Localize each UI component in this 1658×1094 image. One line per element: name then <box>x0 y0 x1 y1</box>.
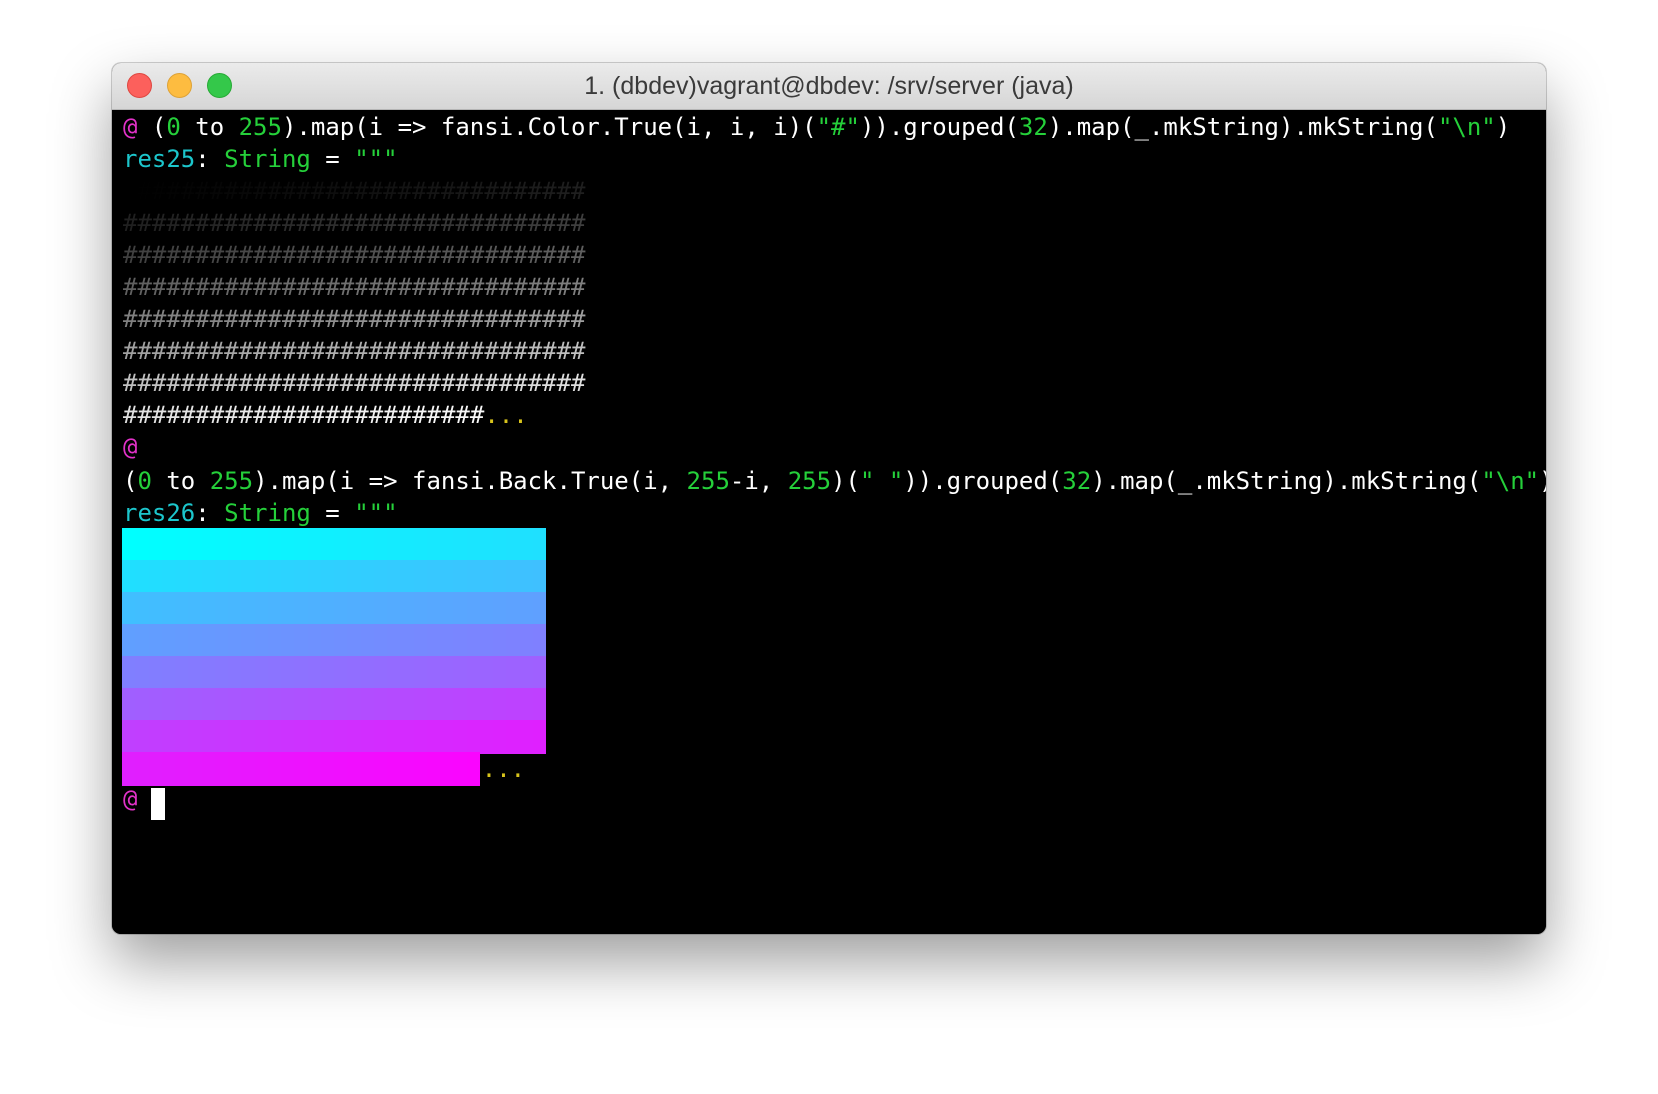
hash-row: ################################ <box>123 241 586 269</box>
color-row <box>122 592 546 626</box>
color-row <box>122 752 480 786</box>
text-cursor <box>151 788 165 820</box>
color-row <box>122 656 546 690</box>
title-bar[interactable]: 1. (dbdev)vagrant@dbdev: /srv/server (ja… <box>112 63 1546 110</box>
command-line-2: (0 to 255).map(i => fansi.Back.True(i, 2… <box>123 467 1546 495</box>
command-line-1: @ (0 to 255).map(i => fansi.Color.True(i… <box>123 113 1511 141</box>
truncation-ellipsis: ... <box>484 401 528 429</box>
color-row <box>122 560 546 594</box>
color-row <box>122 528 546 562</box>
hash-row: ################################ <box>123 177 586 205</box>
truncation-ellipsis: ... <box>481 755 526 783</box>
prompt: @ <box>123 113 138 141</box>
color-row <box>122 624 546 658</box>
hash-row: ################################ <box>123 273 586 301</box>
hash-row: ################################ <box>123 369 586 397</box>
prompt-line: @ <box>123 433 138 461</box>
color-row <box>122 720 546 754</box>
window-title: 1. (dbdev)vagrant@dbdev: /srv/server (ja… <box>584 72 1074 100</box>
hash-row: ################################ <box>123 209 586 237</box>
color-row <box>122 688 546 722</box>
result-line-res25: res25: String = """ <box>123 145 398 173</box>
terminal-content[interactable]: @ (0 to 255).map(i => fansi.Color.True(i… <box>112 110 1546 934</box>
result-line-res26: res26: String = """ <box>123 499 398 527</box>
active-prompt-line[interactable]: @ <box>123 782 137 816</box>
hash-row: ################################ <box>123 305 586 333</box>
terminal-window: 1. (dbdev)vagrant@dbdev: /srv/server (ja… <box>112 63 1546 934</box>
hash-row: ################################ <box>123 337 586 365</box>
hash-row: #########################... <box>123 401 528 429</box>
